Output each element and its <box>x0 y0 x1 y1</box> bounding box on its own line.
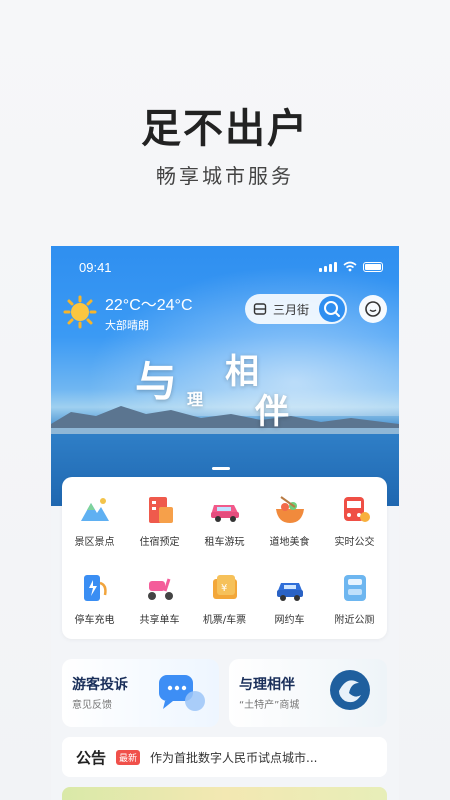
taxi-icon <box>273 571 307 605</box>
phone-screen: 09:41 22°C～24°C 大部晴朗 三月街 与 理 相 伴 景区景点 住宿… <box>51 246 399 800</box>
service-label: 道地美食 <box>269 536 310 548</box>
announcement-bar[interactable]: 公告 最新 作为首批数字人民币试点城市... <box>62 737 387 777</box>
temperature: 22°C～24°C <box>105 297 193 314</box>
hero-banner[interactable]: 09:41 22°C～24°C 大部晴朗 三月街 与 理 相 伴 <box>51 246 399 506</box>
scooter-icon <box>143 571 177 605</box>
bottom-banner-partial[interactable] <box>62 787 387 800</box>
feedback-chat-icon <box>159 675 205 711</box>
service-car-rental[interactable]: 租车游玩 <box>192 481 257 559</box>
hotel-icon <box>143 493 177 527</box>
service-toilet[interactable]: 附近公厕 <box>322 559 387 637</box>
service-food-bowl[interactable]: 道地美食 <box>257 481 322 559</box>
service-hotel[interactable]: 住宿预定 <box>127 481 192 559</box>
service-label: 附近公厕 <box>334 614 375 626</box>
service-label: 景区景点 <box>74 536 115 548</box>
service-label: 住宿预定 <box>139 536 180 548</box>
status-time: 09:41 <box>79 260 112 275</box>
service-ticket[interactable]: ¥ 机票/车票 <box>192 559 257 637</box>
service-bus[interactable]: 实时公交 <box>322 481 387 559</box>
weather-widget[interactable]: 22°C～24°C 大部晴朗 <box>63 291 193 333</box>
mall-subtitle: “土特产”商城 <box>239 700 300 711</box>
chat-icon <box>365 301 381 317</box>
weather-description: 大部晴朗 <box>105 319 149 332</box>
carousel-indicator <box>212 467 230 470</box>
battery-icon <box>363 261 383 272</box>
specialty-mall-card[interactable]: 与理相伴 “土特产”商城 <box>229 659 387 727</box>
scan-icon <box>253 303 267 315</box>
service-label: 机票/车票 <box>202 614 247 626</box>
service-label: 共享单车 <box>139 614 180 626</box>
car-rental-icon <box>208 493 242 527</box>
service-mountain[interactable]: 景区景点 <box>62 481 127 559</box>
search-keyword: 三月街 <box>273 302 310 317</box>
sun-icon <box>63 295 97 329</box>
food-bowl-icon <box>273 493 307 527</box>
service-label: 网约车 <box>274 614 305 626</box>
complaint-card[interactable]: 游客投诉 意见反馈 <box>62 659 219 727</box>
message-button[interactable] <box>359 295 387 323</box>
slogan-char-3: 伴 <box>255 392 289 432</box>
slogan-char-small: 理 <box>187 390 204 409</box>
wifi-icon <box>343 261 357 272</box>
service-label: 停车充电 <box>74 614 115 626</box>
bus-icon <box>338 493 372 527</box>
status-icons <box>319 261 383 272</box>
headline: 足不出户 <box>141 106 309 152</box>
search-bar[interactable]: 三月街 <box>245 294 347 324</box>
slogan-char-2: 相 <box>225 352 259 392</box>
svg-text:¥: ¥ <box>221 583 227 594</box>
search-icon <box>324 301 340 317</box>
announcement-text: 作为首批数字人民币试点城市... <box>150 750 318 765</box>
carousel-dot <box>212 467 230 470</box>
complaint-subtitle: 意见反馈 <box>72 700 112 711</box>
charging-icon <box>78 571 112 605</box>
mall-logo-icon <box>330 670 370 710</box>
mountain-scenery <box>51 406 399 434</box>
new-badge: 最新 <box>116 749 141 765</box>
mountain-icon <box>78 493 112 527</box>
subline: 畅享城市服务 <box>156 164 294 188</box>
ticket-icon: ¥ <box>208 571 242 605</box>
announcement-title: 公告 <box>76 748 107 767</box>
toilet-icon <box>338 571 372 605</box>
slogan-char-1: 与 <box>135 357 178 406</box>
mall-title: 与理相伴 <box>239 677 295 693</box>
service-taxi[interactable]: 网约车 <box>257 559 322 637</box>
service-label: 实时公交 <box>334 536 375 548</box>
signal-icon <box>319 261 337 272</box>
services-card: 景区景点 住宿预定 租车游玩 道地美食 实时公交停车充电 共享单车 ¥ 机票/车票 网约车 附近公… <box>62 477 387 639</box>
service-charging[interactable]: 停车充电 <box>62 559 127 637</box>
complaint-title: 游客投诉 <box>72 677 128 693</box>
search-button[interactable] <box>319 296 345 322</box>
service-scooter[interactable]: 共享单车 <box>127 559 192 637</box>
service-label: 租车游玩 <box>204 536 245 548</box>
